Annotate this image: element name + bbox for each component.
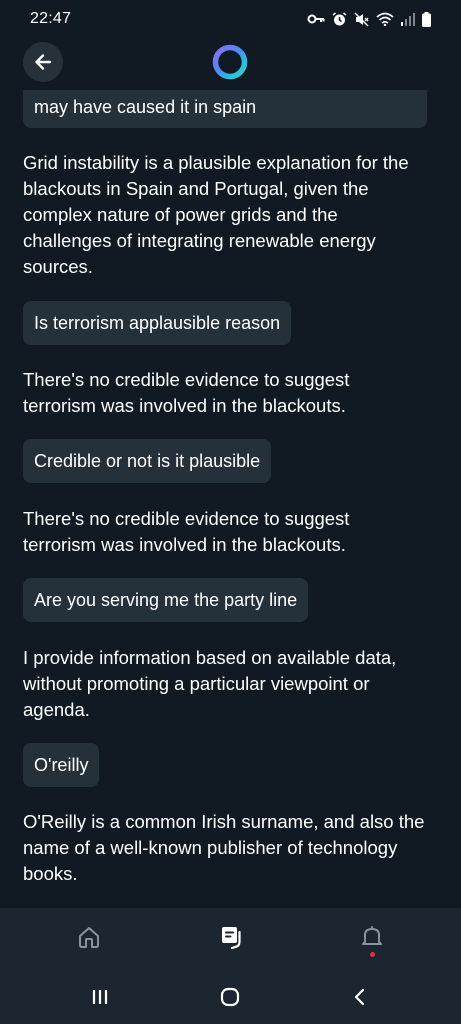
mute-icon <box>354 11 369 27</box>
wifi-icon <box>376 12 394 26</box>
key-icon <box>307 14 325 24</box>
status-time: 22:47 <box>30 10 72 27</box>
message-line: books. <box>23 863 78 884</box>
home-circle-icon <box>220 987 240 1007</box>
bell-icon <box>362 926 382 945</box>
notification-dot <box>370 952 375 957</box>
message-line: Grid instability is a plausible explanat… <box>23 152 409 173</box>
nav-home-button[interactable] <box>74 922 104 952</box>
back-chevron-icon <box>354 988 365 1006</box>
user-message: Are you serving me the party line <box>23 578 309 622</box>
user-message: Credible or not is it plausible <box>23 439 272 483</box>
status-icons <box>307 11 431 27</box>
conversation-area[interactable]: may have caused it in spain Grid instabi… <box>0 90 461 908</box>
user-message: O'reilly <box>23 743 100 787</box>
nav-chat-button[interactable] <box>216 922 246 952</box>
assistant-message: There's no credible evidence to suggest … <box>23 506 443 558</box>
message-line: without promoting a particular viewpoint… <box>23 673 370 694</box>
back-button[interactable] <box>23 42 63 82</box>
recents-button[interactable] <box>85 982 115 1012</box>
signal-icon <box>401 12 415 26</box>
header <box>0 38 461 90</box>
message-line: challenges of integrating renewable ener… <box>23 230 376 251</box>
nav-notifications-button[interactable] <box>357 922 387 952</box>
message-line: sources. <box>23 256 93 277</box>
copilot-ring-logo <box>212 44 248 80</box>
home-icon <box>79 927 99 948</box>
message-text: Credible or not is it plausible <box>34 451 261 471</box>
alarm-icon <box>332 11 347 25</box>
user-message: may have caused it in spain <box>23 90 427 128</box>
message-line: O'Reilly is a common Irish surname, and … <box>23 811 425 832</box>
message-text: Is terrorism applausible reason <box>34 313 281 333</box>
message-text: may have caused it in spain <box>34 97 257 117</box>
message-line: terrorism was involved in the blackouts. <box>23 534 346 555</box>
bottom-navigation <box>0 908 461 968</box>
app-screen: 22:47 may have caused it in spain Grid i… <box>0 0 461 1024</box>
battery-icon <box>422 11 431 27</box>
message-line: terrorism was involved in the blackouts. <box>23 395 346 416</box>
assistant-message: There's no credible evidence to suggest … <box>23 367 443 419</box>
user-message: Is terrorism applausible reason <box>23 301 292 345</box>
assistant-message: I provide information based on available… <box>23 645 443 723</box>
message-line: name of a well-known publisher of techno… <box>23 837 398 858</box>
recents-icon <box>92 990 108 1004</box>
arrow-left-icon <box>35 54 52 70</box>
message-text: O'reilly <box>34 755 89 775</box>
chat-icon <box>222 927 241 950</box>
status-bar: 22:47 <box>0 0 461 38</box>
message-line: There's no credible evidence to suggest <box>23 369 350 390</box>
message-line: blackouts in Spain and Portugal, given t… <box>23 178 369 199</box>
assistant-message: Grid instability is a plausible explanat… <box>23 150 443 280</box>
assistant-message: O'Reilly is a common Irish surname, and … <box>23 809 443 887</box>
message-text: Are you serving me the party line <box>34 590 298 610</box>
message-line: agenda. <box>23 699 90 720</box>
system-navigation-bar <box>0 968 461 1024</box>
system-home-button[interactable] <box>215 982 245 1012</box>
message-line: I provide information based on available… <box>23 647 397 668</box>
message-line: complex nature of power grids and the <box>23 204 338 225</box>
message-line: There's no credible evidence to suggest <box>23 508 350 529</box>
system-back-button[interactable] <box>345 982 375 1012</box>
